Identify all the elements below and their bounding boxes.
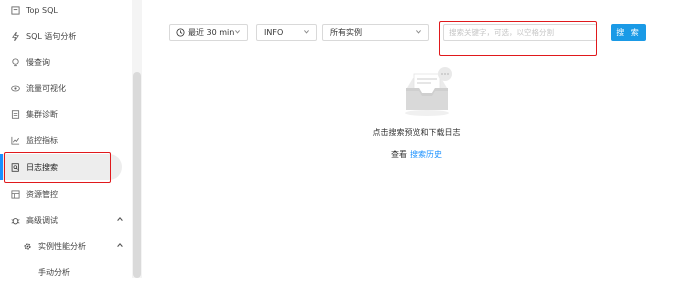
file-search-icon: [10, 162, 20, 172]
chevron-down-icon: [415, 28, 422, 37]
sidebar-item-sql-statements[interactable]: SQL 语句分析: [0, 23, 132, 49]
search-button[interactable]: 搜 索: [611, 24, 646, 41]
empty-inbox-icon: [405, 67, 452, 116]
lightning-icon: [10, 31, 20, 41]
resource-icon: [10, 189, 20, 199]
main-content: 最近 30 min INFO 所有实例 搜 索 点击搜索预览和下载日志 查看搜索…: [143, 0, 690, 278]
sidebar-item-label: 日志搜索: [26, 162, 58, 172]
clock-icon: [176, 28, 185, 39]
sidebar-item-log-search[interactable]: 日志搜索: [0, 154, 122, 180]
gear-icon: [22, 241, 32, 251]
sidebar-scrollbar-thumb[interactable]: [133, 72, 141, 278]
active-indicator: [0, 154, 3, 180]
sidebar-item-slow-query[interactable]: 慢查询: [0, 49, 132, 75]
search-history-link[interactable]: 搜索历史: [410, 150, 442, 159]
time-range-value: 最近 30 min: [188, 28, 235, 37]
chevron-down-icon: [234, 28, 241, 37]
sidebar-item-label: 高级调试: [26, 215, 58, 225]
report-icon: [10, 109, 20, 119]
sidebar-item-manual-profiling[interactable]: 手动分析: [0, 259, 132, 285]
sidebar-item-label: 流量可视化: [26, 83, 66, 93]
eye-icon: [10, 83, 20, 93]
chevron-up-icon: [116, 215, 124, 225]
top-sql-icon: [10, 5, 20, 15]
line-chart-icon: [10, 135, 20, 145]
sidebar-item-label: 慢查询: [26, 57, 50, 67]
chevron-down-icon: [303, 28, 310, 37]
sidebar-item-label: Top SQL: [26, 5, 58, 15]
sidebar-item-monitoring[interactable]: 监控指标: [0, 127, 132, 153]
history-prefix: 查看: [391, 150, 407, 159]
sidebar-item-label: 集群诊断: [26, 109, 58, 119]
log-level-value: INFO: [264, 28, 284, 37]
bulb-icon: [10, 57, 20, 67]
bug-icon: [10, 215, 20, 225]
sidebar-item-resource-manager[interactable]: 资源管控: [0, 181, 132, 207]
sidebar: Top SQL SQL 语句分析 慢查询 流量可视化 集群诊断 监控指标 日志搜…: [0, 0, 142, 278]
sidebar-item-top-sql[interactable]: Top SQL: [0, 0, 132, 23]
sidebar-item-label: 监控指标: [26, 135, 58, 145]
sidebar-item-label: 资源管控: [26, 189, 58, 199]
sidebar-item-label: 实例性能分析: [38, 241, 86, 251]
sidebar-item-instance-profiling[interactable]: 实例性能分析: [0, 233, 132, 259]
sidebar-item-label: SQL 语句分析: [26, 31, 77, 41]
sidebar-item-key-visualizer[interactable]: 流量可视化: [0, 75, 132, 101]
search-history-line: 查看 搜索历史: [143, 149, 690, 160]
sidebar-item-cluster-diagnose[interactable]: 集群诊断: [0, 101, 132, 127]
instance-select[interactable]: 所有实例: [322, 24, 429, 41]
chevron-up-icon: [116, 241, 124, 251]
instance-value: 所有实例: [330, 28, 362, 37]
time-range-picker[interactable]: 最近 30 min: [169, 24, 248, 41]
sidebar-item-advanced-debug[interactable]: 高级调试: [0, 207, 132, 233]
empty-state-title: 点击搜索预览和下载日志: [372, 128, 461, 137]
log-level-select[interactable]: INFO: [256, 24, 317, 41]
sidebar-item-label: 手动分析: [38, 267, 70, 277]
search-input[interactable]: [443, 24, 597, 41]
